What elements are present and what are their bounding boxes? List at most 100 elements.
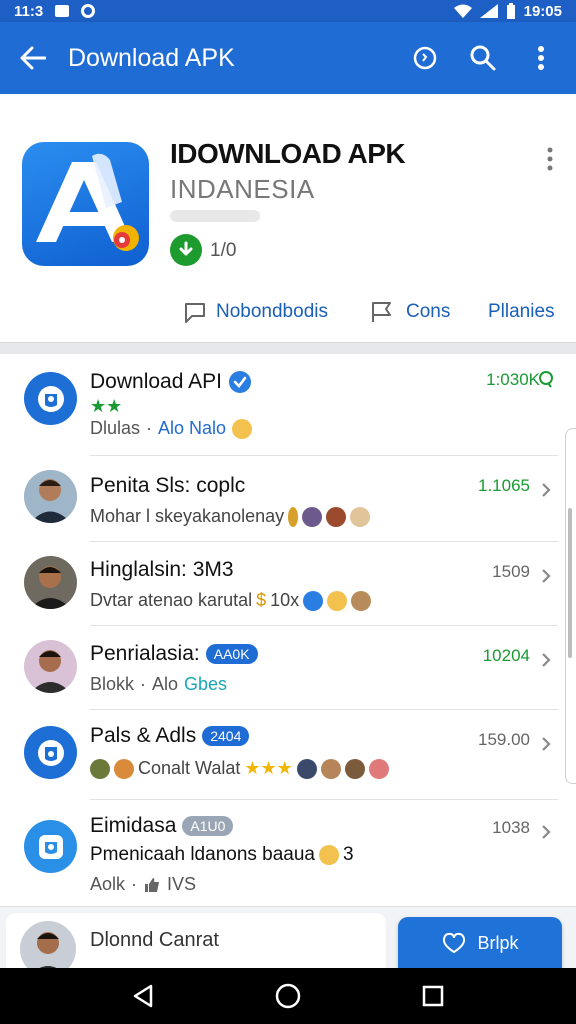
star-icon: ★★★: [244, 758, 293, 778]
item-title: Pals & Adls 2404: [90, 724, 250, 748]
item-subtitle: Conalt Walat ★★★: [90, 758, 389, 779]
action-plans[interactable]: Pllanies: [488, 301, 555, 323]
chevron-right-icon: [542, 483, 551, 497]
status-left-text: 11:3: [14, 2, 44, 20]
person-avatar: [24, 640, 77, 693]
status-bar: 11:3 19:05: [0, 0, 576, 22]
list-item[interactable]: Penita Sls: coplc Mohar l skeyakanolenay…: [0, 456, 576, 542]
emoji-face-icon: [327, 590, 348, 611]
app-bar-title: Download APK: [68, 43, 235, 72]
emoji-face-icon: [344, 758, 365, 779]
heart-bubble-icon: [443, 932, 466, 954]
chevron-right-icon: [542, 737, 551, 751]
app-avatar-icon: [24, 820, 77, 873]
app-header-card: IDOWNLOAD APK INDANESIA 1/0 Nobondbodis …: [0, 94, 576, 342]
action-cons[interactable]: Cons: [370, 300, 450, 324]
system-nav-bar: [0, 968, 576, 1024]
nav-recents-button[interactable]: [405, 968, 461, 1024]
list-item[interactable]: Pals & Adls 2404 Conalt Walat ★★★ 159.00: [0, 710, 576, 800]
emoji-face-icon: [368, 758, 389, 779]
item-tag-badge: A1U0: [182, 816, 234, 836]
item-value: 1.1065: [478, 476, 530, 495]
history-icon: [413, 46, 437, 70]
item-rating: ★★: [90, 396, 122, 417]
emoji-face-icon: [90, 758, 110, 779]
search-button[interactable]: [454, 22, 512, 94]
bottom-sheet: Dlonnd Canrat Brlpk: [0, 906, 576, 977]
overflow-menu-button[interactable]: [512, 22, 570, 94]
back-triangle-icon: [133, 984, 152, 1008]
primary-action-button[interactable]: Brlpk: [398, 917, 562, 969]
chevron-right-icon: [542, 653, 551, 667]
battery-icon: [506, 3, 515, 19]
primary-action-label: Brlpk: [477, 932, 519, 953]
app-bar: Download APK: [0, 22, 576, 94]
scrollbar-thumb[interactable]: [568, 508, 572, 658]
item-tag-badge: 2404: [202, 726, 250, 746]
history-button[interactable]: [396, 22, 454, 94]
item-highlight: Gbes: [184, 674, 228, 694]
list-item[interactable]: Download API ★★ Dlulas · Alo Nalo 1:030K: [0, 354, 576, 456]
item-value: 1038: [492, 818, 530, 837]
verified-badge-icon: [228, 371, 251, 393]
emoji-face-icon: [114, 758, 134, 779]
emoji-face-icon: [319, 845, 340, 865]
item-title: Penrialasia: AA0K: [90, 642, 258, 666]
item-value: 10204: [482, 646, 530, 665]
list-item[interactable]: Eimidasa A1U0 Pmenicaah ldanons baaua 3 …: [0, 800, 576, 906]
download-count: 1/0: [210, 240, 237, 261]
blurred-text-placeholder: [170, 210, 260, 222]
item-meta: Dlulas · Alo Nalo: [90, 418, 253, 439]
more-vert-icon[interactable]: [540, 146, 560, 172]
emoji-face-icon: [350, 506, 371, 527]
item-subtitle: Dvtar atenao karutal $ 10x: [90, 590, 372, 611]
emoji-badge-icon: [303, 590, 324, 611]
more-vert-icon: [538, 46, 544, 70]
nav-back-button[interactable]: [115, 968, 171, 1024]
header-actions: Nobondbodis Cons Pllanies: [0, 294, 576, 330]
list-item[interactable]: Hinglalsin: 3M3 Dvtar atenao karutal $ 1…: [0, 542, 576, 626]
gallery-icon: [55, 5, 70, 17]
chat-bubble-icon: [185, 303, 205, 323]
chat-icon: [539, 371, 553, 388]
thumbs-up-icon: [145, 877, 160, 892]
item-value: 159.00: [478, 730, 530, 749]
app-avatar-icon: [24, 372, 77, 425]
item-subtitle: Mohar l skeyakanolenay: [90, 506, 371, 527]
emoji-face-icon: [351, 590, 372, 611]
arrow-back-icon: [20, 46, 46, 70]
emoji-face-icon: [326, 506, 347, 527]
emoji-face-icon: [302, 506, 323, 527]
list-item[interactable]: Penrialasia: AA0K Blokk · Alo Gbes 10204: [0, 626, 576, 710]
action-reviews[interactable]: Nobondbodis: [182, 300, 328, 324]
person-avatar: [24, 470, 77, 523]
nav-home-button[interactable]: [260, 968, 316, 1024]
emoji-face-icon: [232, 418, 253, 439]
back-button[interactable]: [0, 22, 66, 94]
download-icon: [170, 234, 202, 266]
item-title: Download API: [90, 370, 252, 394]
star-icon: ★★: [90, 396, 123, 416]
item-title: Penita Sls: coplc: [90, 474, 246, 497]
app-logo-icon[interactable]: [22, 142, 149, 266]
item-meta: Blokk · Alo Gbes: [90, 674, 228, 694]
item-title: Eimidasa A1U0: [90, 814, 234, 838]
item-value: 1:030K: [486, 370, 540, 389]
contact-name: Dlonnd Canrat: [90, 929, 219, 951]
app-name: IDOWNLOAD APK: [170, 138, 406, 169]
action-plans-label: Pllanies: [488, 301, 555, 322]
item-subtitle: Pmenicaah ldanons baaua 3: [90, 844, 354, 865]
action-cons-label: Cons: [406, 301, 451, 322]
notification-dot-icon: [81, 4, 96, 18]
app-avatar-icon: [24, 726, 77, 779]
item-category: Dlulas: [90, 418, 141, 438]
item-value: 1509: [492, 562, 530, 581]
status-time: 19:05: [523, 2, 562, 20]
emoji-face-icon: [320, 758, 341, 779]
search-icon: [470, 45, 496, 71]
section-divider: [0, 342, 576, 354]
action-reviews-label: Nobondbodis: [216, 301, 328, 322]
item-title: Hinglalsin: 3M3: [90, 558, 234, 581]
wifi-icon: [453, 4, 472, 18]
signal-icon: [479, 4, 498, 18]
